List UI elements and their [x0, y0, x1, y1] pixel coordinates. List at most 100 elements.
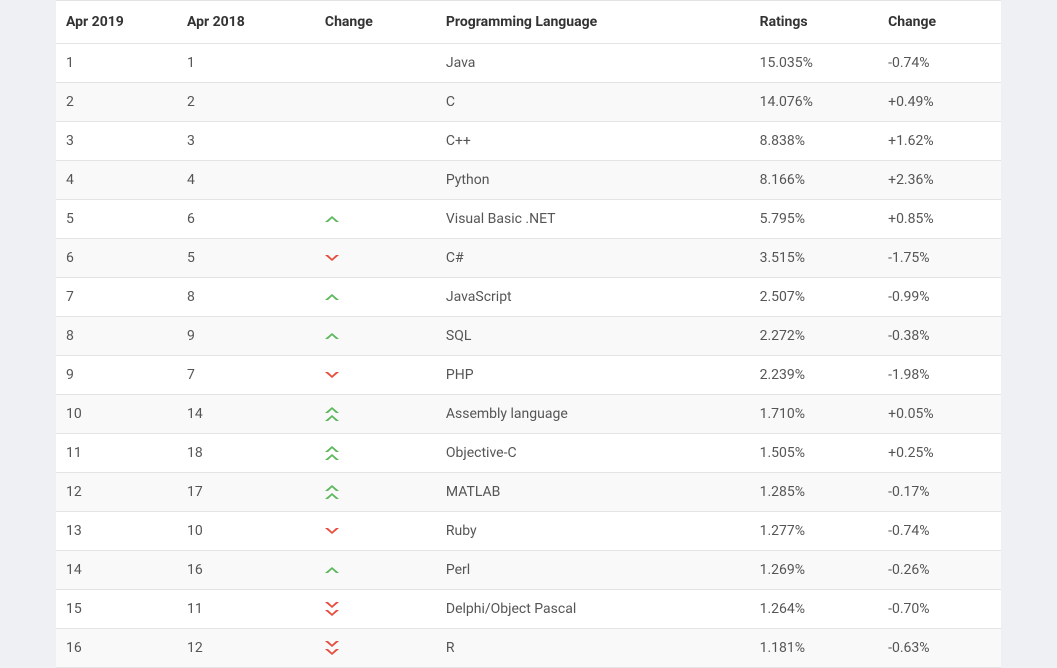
- cell-change: -0.38%: [878, 317, 1001, 356]
- cell-language: MATLAB: [436, 473, 750, 512]
- cell-trend: [315, 161, 436, 200]
- col-language: Programming Language: [436, 1, 750, 44]
- table-row: 97 PHP2.239%-1.98%: [56, 356, 1001, 395]
- cell-language: Python: [436, 161, 750, 200]
- cell-trend: [315, 395, 436, 434]
- chevron-down-double-icon: [325, 641, 339, 655]
- cell-ratings: 1.710%: [750, 395, 879, 434]
- chevron-down-double-icon: [325, 602, 339, 616]
- table-row: 1612 R1.181%-0.63%: [56, 629, 1001, 668]
- cell-trend: [315, 122, 436, 161]
- cell-ratings: 1.505%: [750, 434, 879, 473]
- table-row: 65C#3.515%-1.75%: [56, 239, 1001, 278]
- cell-change: -0.70%: [878, 590, 1001, 629]
- cell-language: Perl: [436, 551, 750, 590]
- col-change: Change: [315, 1, 436, 44]
- chevron-up-double-icon: [325, 407, 339, 421]
- cell-ratings: 14.076%: [750, 83, 879, 122]
- cell-apr2018: 1: [177, 44, 315, 83]
- cell-apr2018: 17: [177, 473, 315, 512]
- cell-apr2018: 6: [177, 200, 315, 239]
- cell-apr2019: 10: [56, 395, 177, 434]
- cell-apr2019: 14: [56, 551, 177, 590]
- cell-apr2019: 2: [56, 83, 177, 122]
- col-delta: Change: [878, 1, 1001, 44]
- cell-ratings: 1.285%: [750, 473, 879, 512]
- chevron-up-icon: [325, 216, 339, 222]
- cell-ratings: 15.035%: [750, 44, 879, 83]
- cell-apr2019: 8: [56, 317, 177, 356]
- ranking-table-container: Apr 2019 Apr 2018 Change Programming Lan…: [56, 0, 1001, 668]
- cell-trend: [315, 434, 436, 473]
- cell-change: +0.25%: [878, 434, 1001, 473]
- cell-apr2019: 12: [56, 473, 177, 512]
- table-row: 89SQL2.272%-0.38%: [56, 317, 1001, 356]
- cell-ratings: 2.239%: [750, 356, 879, 395]
- cell-language: PHP: [436, 356, 750, 395]
- table-row: 33C++8.838%+1.62%: [56, 122, 1001, 161]
- cell-change: +1.62%: [878, 122, 1001, 161]
- cell-ratings: 8.838%: [750, 122, 879, 161]
- chevron-down-icon: [325, 255, 339, 261]
- cell-change: -0.74%: [878, 512, 1001, 551]
- chevron-up-double-icon: [325, 485, 339, 499]
- cell-trend: [315, 590, 436, 629]
- cell-trend: [315, 512, 436, 551]
- cell-apr2018: 18: [177, 434, 315, 473]
- cell-apr2019: 9: [56, 356, 177, 395]
- col-ratings: Ratings: [750, 1, 879, 44]
- chevron-up-double-icon: [325, 446, 339, 460]
- cell-trend: [315, 356, 436, 395]
- cell-apr2019: 13: [56, 512, 177, 551]
- cell-change: +0.49%: [878, 83, 1001, 122]
- cell-apr2018: 9: [177, 317, 315, 356]
- cell-change: -0.17%: [878, 473, 1001, 512]
- cell-ratings: 1.269%: [750, 551, 879, 590]
- table-row: 1511Delphi/Object Pascal1.264%-0.70%: [56, 590, 1001, 629]
- cell-apr2018: 3: [177, 122, 315, 161]
- cell-language: Java: [436, 44, 750, 83]
- cell-apr2018: 4: [177, 161, 315, 200]
- cell-language: Visual Basic .NET: [436, 200, 750, 239]
- cell-apr2019: 7: [56, 278, 177, 317]
- cell-apr2018: 10: [177, 512, 315, 551]
- cell-apr2018: 12: [177, 629, 315, 668]
- cell-trend: [315, 317, 436, 356]
- cell-apr2018: 8: [177, 278, 315, 317]
- cell-trend: [315, 278, 436, 317]
- cell-language: Ruby: [436, 512, 750, 551]
- cell-apr2018: 7: [177, 356, 315, 395]
- cell-ratings: 1.264%: [750, 590, 879, 629]
- cell-ratings: 2.507%: [750, 278, 879, 317]
- cell-trend: [315, 629, 436, 668]
- cell-change: -0.63%: [878, 629, 1001, 668]
- cell-language: C: [436, 83, 750, 122]
- table-row: 1310Ruby1.277%-0.74%: [56, 512, 1001, 551]
- cell-change: +0.05%: [878, 395, 1001, 434]
- table-row: 1118Objective-C1.505%+0.25%: [56, 434, 1001, 473]
- cell-language: R: [436, 629, 750, 668]
- cell-apr2019: 6: [56, 239, 177, 278]
- table-row: 78JavaScript2.507%-0.99%: [56, 278, 1001, 317]
- cell-change: +2.36%: [878, 161, 1001, 200]
- cell-language: Assembly language: [436, 395, 750, 434]
- cell-language: SQL: [436, 317, 750, 356]
- chevron-up-icon: [325, 333, 339, 339]
- cell-language: Delphi/Object Pascal: [436, 590, 750, 629]
- cell-apr2019: 3: [56, 122, 177, 161]
- cell-change: -1.98%: [878, 356, 1001, 395]
- cell-trend: [315, 473, 436, 512]
- cell-ratings: 1.181%: [750, 629, 879, 668]
- table-header-row: Apr 2019 Apr 2018 Change Programming Lan…: [56, 1, 1001, 44]
- cell-language: Objective-C: [436, 434, 750, 473]
- table-row: 22C14.076%+0.49%: [56, 83, 1001, 122]
- table-row: 1217 MATLAB1.285%-0.17%: [56, 473, 1001, 512]
- cell-trend: [315, 551, 436, 590]
- cell-language: JavaScript: [436, 278, 750, 317]
- cell-apr2019: 15: [56, 590, 177, 629]
- cell-ratings: 3.515%: [750, 239, 879, 278]
- cell-apr2019: 5: [56, 200, 177, 239]
- chevron-down-icon: [325, 528, 339, 534]
- cell-change: -1.75%: [878, 239, 1001, 278]
- cell-apr2019: 16: [56, 629, 177, 668]
